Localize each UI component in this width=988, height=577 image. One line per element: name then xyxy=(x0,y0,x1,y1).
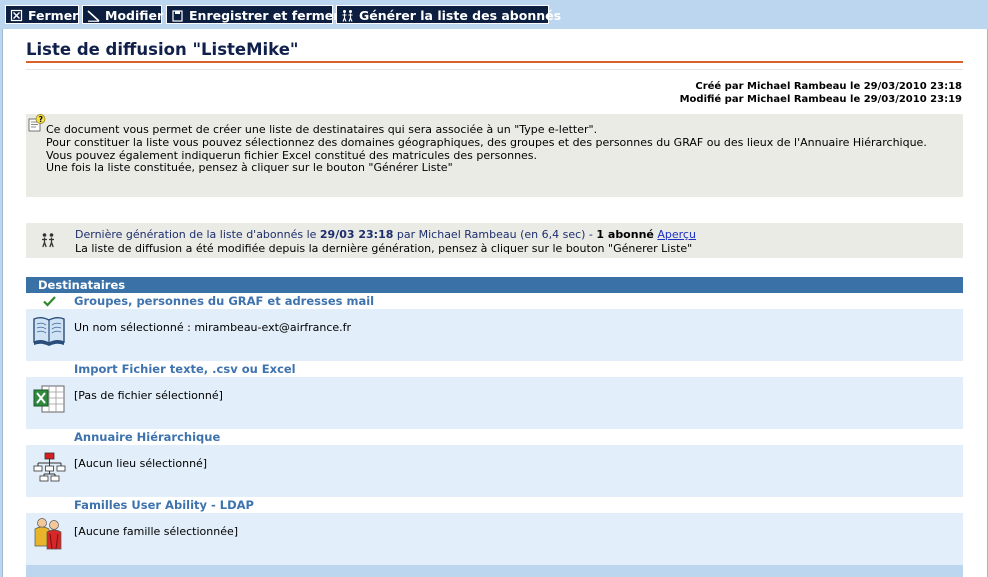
section-value: Un nom sélectionné : mirambeau-ext@airfr… xyxy=(74,321,352,334)
section-value: [Aucune famille sélectionnée] xyxy=(74,525,239,538)
generate-list-button-label: Générer la liste des abonnés xyxy=(359,8,562,23)
preview-link[interactable]: Aperçu xyxy=(657,228,696,241)
excel-icon xyxy=(33,385,65,413)
pencil-icon xyxy=(87,10,100,22)
save-icon xyxy=(172,10,183,22)
section-title-label: Familles User Ability - LDAP xyxy=(74,498,254,512)
help-note-icon: ? xyxy=(28,114,46,132)
section-value: [Pas de fichier sélectionné] xyxy=(74,389,223,402)
section-body-import[interactable]: [Pas de fichier sélectionné] xyxy=(26,377,963,429)
checkmark-icon xyxy=(43,296,56,307)
subscribers-icon xyxy=(42,233,54,248)
recipients-header: Destinataires xyxy=(26,277,963,293)
modified-info: Modifié par Michael Rambeau le 29/03/201… xyxy=(679,94,962,105)
modified-notice: La liste de diffusion a été modifiée dep… xyxy=(75,242,693,255)
section-title-label: Annuaire Hiérarchique xyxy=(74,430,221,444)
subscriber-count: 1 abonné xyxy=(596,228,654,241)
section-title-directory[interactable]: Annuaire Hiérarchique xyxy=(26,429,963,445)
page-title: Liste de diffusion "ListeMike" xyxy=(26,40,299,59)
save-close-button-label: Enregistrer et fermer xyxy=(189,8,340,23)
save-close-button[interactable]: Enregistrer et fermer xyxy=(166,5,339,24)
info-line: Pour constituer la liste vous pouvez sél… xyxy=(46,135,927,149)
section-body-ldap[interactable]: [Aucune famille sélectionnée] xyxy=(26,513,963,565)
section-value: [Aucun lieu sélectionné] xyxy=(74,457,208,470)
generate-list-button[interactable]: Générer la liste des abonnés xyxy=(336,5,561,24)
title-divider-light xyxy=(26,69,963,70)
bottom-bar xyxy=(26,565,963,577)
close-button-label: Fermer xyxy=(28,8,79,23)
svg-text:?: ? xyxy=(39,115,43,124)
book-icon xyxy=(33,317,65,346)
section-body-graf[interactable]: Un nom sélectionné : mirambeau-ext@airfr… xyxy=(26,309,963,361)
last-generation-author: par Michael Rambeau (en 6,4 sec) - xyxy=(393,228,597,241)
section-title-import[interactable]: Import Fichier texte, .csv ou Excel xyxy=(26,361,963,377)
info-line: Ce document vous permet de créer une lis… xyxy=(46,123,598,136)
section-title-graf[interactable]: Groupes, personnes du GRAF et adresses m… xyxy=(26,293,963,309)
created-info: Créé par Michael Rambeau le 29/03/2010 2… xyxy=(695,81,962,92)
close-icon xyxy=(10,9,23,22)
main-panel: Liste de diffusion "ListeMike" Créé par … xyxy=(2,29,988,577)
section-title-ldap[interactable]: Familles User Ability - LDAP xyxy=(26,497,963,513)
edit-button-label: Modifier xyxy=(105,8,164,23)
org-chart-icon xyxy=(33,452,66,482)
people-icon xyxy=(34,518,62,550)
last-generation-line: Dernière génération de la liste d'abonné… xyxy=(75,228,696,241)
people-icon xyxy=(342,10,353,22)
toolbar: Fermer Modifier Enregistrer et fermer Gé… xyxy=(0,0,988,29)
edit-button[interactable]: Modifier xyxy=(82,5,164,24)
section-title-label: Groupes, personnes du GRAF et adresses m… xyxy=(74,294,375,308)
info-line: Une fois la liste constituée, pensez à c… xyxy=(46,161,453,175)
info-box: ? Ce document vous permet de créer une l… xyxy=(26,114,963,197)
generation-status-box: Dernière génération de la liste d'abonné… xyxy=(26,223,963,258)
recipients-header-label: Destinataires xyxy=(38,278,126,292)
info-text: Ce document vous permet de créer une lis… xyxy=(46,123,946,175)
close-button[interactable]: Fermer xyxy=(5,5,79,24)
section-body-directory[interactable]: [Aucun lieu sélectionné] xyxy=(26,445,963,497)
last-generation-prefix: Dernière génération de la liste d'abonné… xyxy=(75,228,320,241)
last-generation-date: 29/03 23:18 xyxy=(319,228,394,241)
title-divider xyxy=(26,61,963,63)
section-title-label: Import Fichier texte, .csv ou Excel xyxy=(74,362,296,376)
